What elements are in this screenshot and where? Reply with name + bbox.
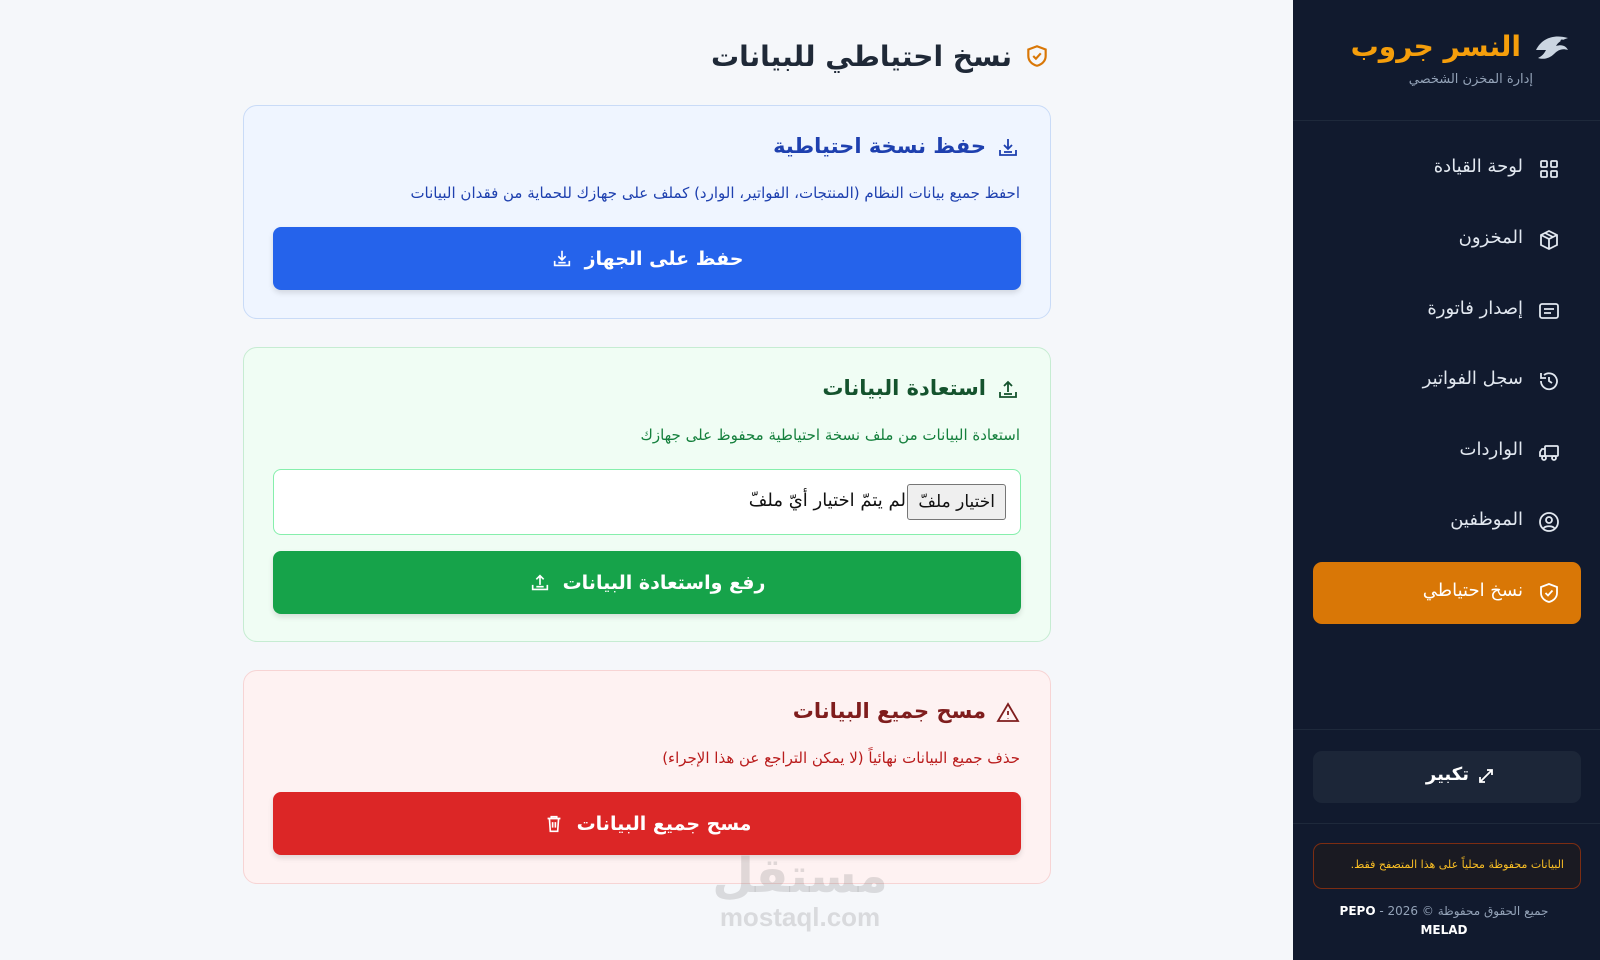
file-input[interactable]: اختيار ملفّ لم يتمّ اختيار أيّ ملفّ (273, 469, 1021, 535)
sidebar-item-label: الواردات (1459, 439, 1523, 460)
watermark-url: mostaql.com (719, 902, 881, 932)
sidebar-divider (1293, 823, 1600, 824)
expand-label: تكبير (1425, 764, 1469, 785)
copyright: جميع الحقوق محفوظة © 2026 - PEPO MELAD (1324, 902, 1564, 940)
expand-button[interactable]: تكبير (1313, 751, 1581, 803)
local-storage-notice: البيانات محفوظة محلياً على هذا المتصفح ف… (1313, 843, 1581, 889)
sidebar-item-employees[interactable]: الموظفين (1313, 491, 1581, 553)
copyright-name: PEPO (1339, 904, 1376, 918)
wipe-card: مسح جميع البيانات حذف جميع البيانات نهائ… (243, 670, 1051, 884)
restore-description: استعادة البيانات من ملف نسخة احتياطية مح… (640, 426, 1020, 444)
sidebar-item-label: إصدار فاتورة (1427, 298, 1523, 319)
backup-heading: حفظ نسخة احتياطية (773, 134, 1020, 158)
download-tray-icon (999, 139, 1017, 156)
wipe-all-button[interactable]: مسح جميع البيانات (273, 792, 1021, 855)
sidebar-item-label: الموظفين (1450, 509, 1523, 530)
watermark: مستقل mostaql.com (700, 850, 900, 932)
eagle-logo-icon (1536, 36, 1568, 59)
backup-heading-text: حفظ نسخة احتياطية (773, 134, 986, 158)
sidebar-divider (1293, 729, 1600, 730)
wipe-all-label: مسح جميع البيانات (576, 812, 752, 835)
file-status: لم يتمّ اختيار أيّ ملفّ (748, 490, 906, 511)
sidebar-item-label: لوحة القيادة (1433, 156, 1523, 177)
wipe-heading: مسح جميع البيانات (793, 699, 1020, 723)
sidebar: النسر جروب إدارة المخزن الشخصي لوحة القي… (1293, 0, 1600, 960)
brand: النسر جروب إدارة المخزن الشخصي (1293, 0, 1600, 121)
restore-heading-text: استعادة البيانات (822, 376, 986, 400)
shield-check-icon (1540, 583, 1558, 603)
copyright-name: MELAD (1420, 923, 1468, 937)
shield-check-icon (1027, 45, 1047, 67)
restore-heading: استعادة البيانات (822, 376, 1020, 400)
download-tray-icon (553, 250, 570, 266)
save-to-device-button[interactable]: حفظ على الجهاز (273, 227, 1021, 290)
sidebar-item-label: المخزون (1458, 227, 1523, 248)
sidebar-item-label: نسخ احتياطي (1422, 580, 1523, 601)
wipe-description: حذف جميع البيانات نهائياً (لا يمكن الترا… (662, 749, 1020, 767)
sidebar-item-new-invoice[interactable]: إصدار فاتورة (1313, 280, 1581, 342)
sidebar-item-backup[interactable]: نسخ احتياطي (1313, 562, 1581, 624)
truck-icon (1539, 445, 1559, 461)
trash-icon (547, 815, 560, 832)
upload-restore-button[interactable]: رفع واستعادة البيانات (273, 551, 1021, 614)
sidebar-item-inventory[interactable]: المخزون (1313, 209, 1581, 271)
backup-description: احفظ جميع بيانات النظام (المنتجات، الفوا… (410, 184, 1020, 202)
brand-title: النسر جروب (1350, 30, 1521, 63)
sidebar-item-imports[interactable]: الواردات (1313, 421, 1581, 483)
grid-icon (1540, 160, 1558, 178)
sidebar-item-label: سجل الفواتير (1422, 368, 1523, 389)
brand-subtitle: إدارة المخزن الشخصي (1408, 72, 1533, 87)
upload-restore-label: رفع واستعادة البيانات (562, 571, 766, 594)
restore-card: استعادة البيانات استعادة البيانات من ملف… (243, 347, 1051, 642)
choose-file-button[interactable]: اختيار ملفّ (907, 484, 1006, 520)
sidebar-item-invoice-history[interactable]: سجل الفواتير (1313, 350, 1581, 412)
receipt-icon (1539, 303, 1559, 319)
history-icon (1540, 372, 1558, 391)
user-circle-icon (1539, 512, 1559, 532)
watermark-arabic: مستقل (712, 848, 888, 904)
upload-tray-icon (531, 573, 548, 590)
copyright-text: جميع الحقوق محفوظة © 2026 - (1379, 904, 1549, 918)
box-icon (1540, 229, 1558, 251)
expand-icon (1479, 769, 1493, 783)
warning-icon (996, 702, 1020, 722)
upload-tray-icon (999, 380, 1017, 398)
wipe-heading-text: مسح جميع البيانات (792, 699, 986, 723)
save-to-device-label: حفظ على الجهاز (584, 247, 744, 270)
sidebar-item-dashboard[interactable]: لوحة القيادة (1313, 138, 1581, 200)
backup-card: حفظ نسخة احتياطية احفظ جميع بيانات النظا… (243, 105, 1051, 319)
page-title: نسخ احتياطي للبيانات (710, 40, 1012, 73)
